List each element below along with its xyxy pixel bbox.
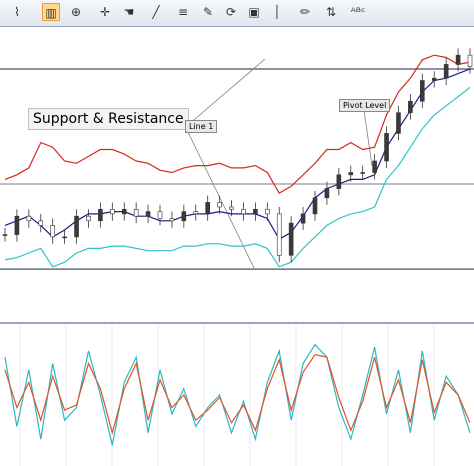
chart-toolbar: ⌇ ▥ ⊕ ✛ ☚ ╱ ≡ ✎ ⟳ ▣ │ ✏ ⇅ ᴬᴮᶜ — [0, 0, 474, 27]
pivot-level-label[interactable]: Pivot Level — [339, 99, 391, 112]
price-candle — [276, 207, 282, 263]
text-icon[interactable]: ᴬᴮᶜ — [349, 3, 367, 21]
price-candle — [408, 94, 413, 120]
price-candle — [324, 181, 330, 205]
price-candle — [145, 204, 151, 224]
price-candle — [384, 126, 389, 168]
price-candle — [110, 202, 115, 221]
pencil-icon[interactable]: ✏ — [296, 3, 314, 21]
vertical-line-icon[interactable]: │ — [268, 3, 286, 21]
price-candle — [98, 202, 103, 228]
price-candle — [205, 195, 210, 221]
picture-icon[interactable]: ▣ — [245, 3, 263, 21]
price-candle — [431, 71, 437, 88]
price-candle — [133, 202, 139, 224]
oscillator-chart[interactable] — [0, 324, 474, 466]
fibonacci-icon[interactable]: ≡ — [174, 3, 192, 21]
line-chart-icon[interactable]: ⌇ — [8, 3, 26, 21]
price-candle — [217, 195, 222, 214]
line1-label[interactable]: Line 1 — [185, 120, 218, 133]
price-candle — [121, 202, 127, 221]
price-candle — [86, 209, 91, 228]
price-candle — [50, 218, 55, 244]
price-candle — [14, 209, 20, 242]
price-candle — [396, 105, 401, 141]
annotation-leader-2 — [363, 109, 373, 167]
price-candle — [157, 204, 163, 226]
price-candle — [38, 213, 44, 233]
price-candle — [312, 190, 318, 221]
trendline-icon[interactable]: ╱ — [147, 3, 165, 21]
price-candle — [193, 204, 199, 221]
price-candle — [288, 216, 294, 263]
hand-icon[interactable]: ☚ — [120, 3, 138, 21]
price-candle — [62, 230, 67, 244]
moving-average-line — [4, 68, 471, 241]
price-candle — [420, 73, 425, 109]
price-candle — [336, 167, 342, 196]
crosshair-icon[interactable]: ✛ — [96, 3, 114, 21]
stochastic-d-line — [4, 354, 471, 436]
price-candle — [253, 202, 258, 221]
annotate-icon[interactable]: ✎ — [199, 3, 217, 21]
annotation-leader-1 — [185, 127, 256, 271]
stochastic-k-line — [4, 343, 471, 446]
chart-window: ⌇ ▥ ⊕ ✛ ☚ ╱ ≡ ✎ ⟳ ▣ │ ✏ ⇅ ᴬᴮᶜ Support & Resistance Li… — [0, 0, 474, 466]
price-candle — [2, 227, 8, 242]
time-axis — [0, 298, 474, 322]
price-candle — [300, 207, 306, 230]
candlestick-icon[interactable]: ▥ — [42, 3, 60, 21]
arrows-icon[interactable]: ⇅ — [322, 3, 340, 21]
price-candle — [241, 202, 246, 221]
price-candle — [443, 57, 449, 86]
price-chart[interactable] — [0, 26, 474, 298]
cycle-icon[interactable]: ⟳ — [222, 3, 240, 21]
price-candle — [181, 204, 187, 228]
price-candle — [360, 165, 365, 180]
zoom-icon[interactable]: ⊕ — [67, 3, 85, 21]
price-candle — [455, 48, 461, 72]
price-candle — [26, 209, 32, 228]
support-resistance-label[interactable]: Support & Resistance — [28, 108, 189, 130]
price-candle — [169, 211, 175, 228]
price-candle — [74, 209, 79, 244]
